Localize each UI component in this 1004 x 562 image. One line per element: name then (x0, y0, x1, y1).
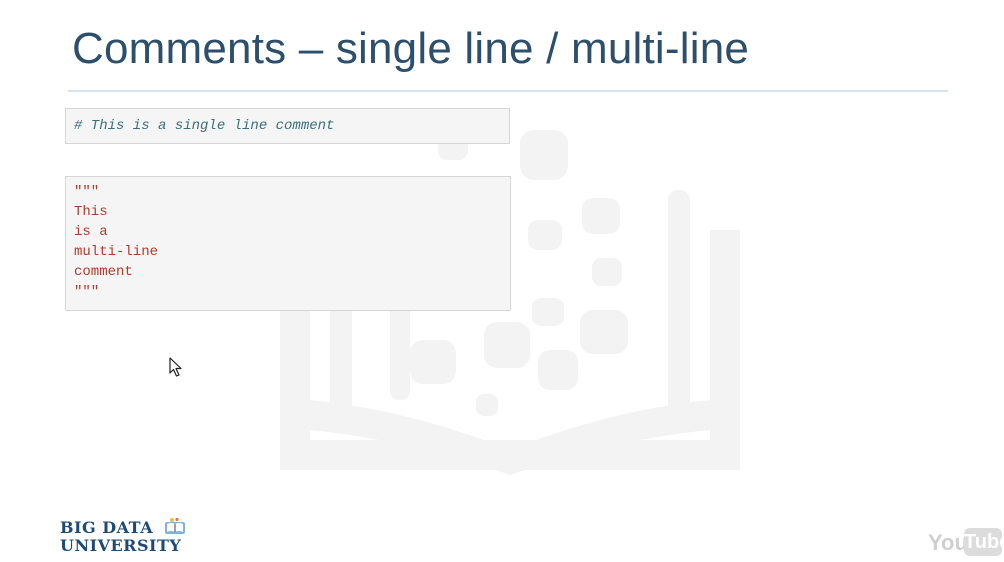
slide-title: Comments – single line / multi-line (72, 24, 750, 73)
code-line: comment (74, 264, 133, 280)
logo-text-line-1: BIG DATA (60, 518, 154, 537)
big-data-university-logo[interactable]: BIG DATA UNIVERSITY (60, 517, 192, 557)
youtube-watermark[interactable]: You Tube (928, 528, 1004, 558)
mouse-pointer-icon (169, 357, 182, 377)
youtube-you-text: You (928, 530, 968, 555)
single-line-comment-code-block: # This is a single line comment (65, 108, 510, 144)
slide: Comments – single line / multi-line # Th… (0, 0, 1004, 562)
single-line-comment-text: # This is a single line comment (74, 118, 335, 134)
youtube-tube-text: Tube (964, 528, 1004, 556)
book-logo-icon (165, 517, 185, 534)
logo-text-line-2: UNIVERSITY (60, 536, 182, 555)
code-line: is a (74, 224, 108, 240)
title-divider (68, 90, 948, 92)
code-line: """ (74, 184, 100, 200)
code-line: """ (74, 284, 100, 300)
code-line: multi-line (74, 244, 159, 260)
multi-line-comment-code-block: """ This is a multi-line comment """ (65, 176, 511, 311)
code-line: This (74, 204, 108, 220)
